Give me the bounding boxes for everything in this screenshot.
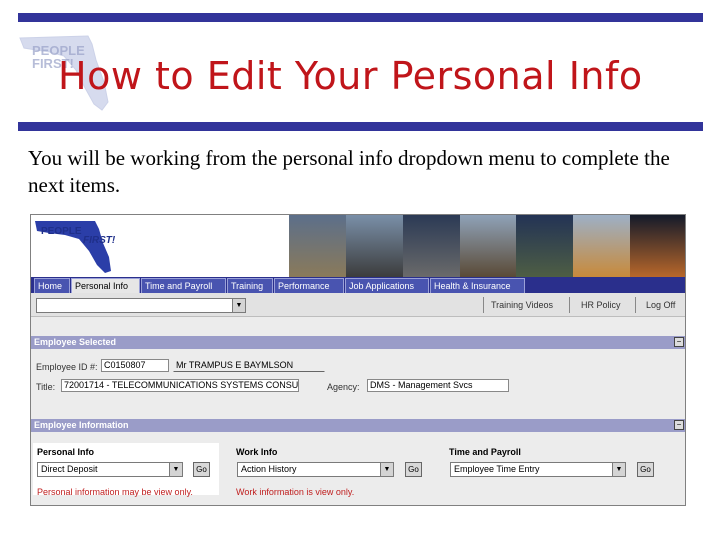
employee-id-label: Employee ID #: <box>36 362 98 372</box>
tab-personal-info[interactable]: Personal Info <box>71 278 140 293</box>
personal-info-label: Personal Info <box>37 447 95 457</box>
toolbar-divider <box>569 297 570 313</box>
tab-performance[interactable]: Performance <box>274 278 344 293</box>
banner-photo <box>459 215 517 277</box>
log-off-link[interactable]: Log Off <box>646 300 675 310</box>
tab-training[interactable]: Training <box>227 278 273 293</box>
chevron-down-icon[interactable]: ▼ <box>380 463 393 476</box>
work-info-note: Work information is view only. <box>236 487 355 497</box>
agency-label: Agency: <box>327 382 360 392</box>
work-info-go-button[interactable]: Go <box>405 462 422 477</box>
training-videos-link[interactable]: Training Videos <box>491 300 553 310</box>
banner-photo <box>573 215 631 277</box>
top-accent-bar <box>18 13 703 22</box>
chevron-down-icon[interactable]: ▼ <box>612 463 625 476</box>
tab-job-applications[interactable]: Job Applications <box>345 278 429 293</box>
banner-photo-strip <box>289 215 685 277</box>
tab-health-insurance[interactable]: Health & Insurance <box>430 278 525 293</box>
title-label: Title: <box>36 382 56 392</box>
app-screenshot: PEOPLE FIRST! Home Personal Info Time an… <box>30 214 686 506</box>
banner-photo <box>402 215 460 277</box>
tab-time-and-payroll[interactable]: Time and Payroll <box>141 278 226 293</box>
work-info-label: Work Info <box>236 447 278 457</box>
employee-id-field: C0150807 <box>101 359 169 372</box>
time-payroll-go-button[interactable]: Go <box>637 462 654 477</box>
title-underline-bar <box>18 122 703 131</box>
main-tab-bar: Home Personal Info Time and Payroll Trai… <box>31 277 685 293</box>
tab-home[interactable]: Home <box>34 278 70 293</box>
toolbar-divider <box>483 297 484 313</box>
banner-photo <box>516 215 574 277</box>
time-payroll-select[interactable]: Employee Time Entry ▼ <box>450 462 626 477</box>
banner-photo <box>630 215 685 277</box>
chevron-down-icon[interactable]: ▼ <box>169 463 182 476</box>
time-payroll-label: Time and Payroll <box>449 447 521 457</box>
title-field: 72001714 - TELECOMMUNICATIONS SYSTEMS CO… <box>61 379 299 392</box>
collapse-icon[interactable]: − <box>674 337 684 347</box>
employee-name-field: Mr TRAMPUS E BAYMLSON <box>173 359 325 372</box>
personal-info-select[interactable]: Direct Deposit ▼ <box>37 462 183 477</box>
personal-info-note: Personal information may be view only. <box>37 487 193 497</box>
employee-selected-header: Employee Selected − <box>31 336 685 349</box>
app-logo-people: PEOPLE <box>41 226 82 237</box>
quick-nav-select[interactable]: ▼ <box>36 298 246 313</box>
app-banner: PEOPLE FIRST! <box>31 215 685 277</box>
intro-text: You will be working from the personal in… <box>28 146 670 197</box>
work-info-select[interactable]: Action History ▼ <box>237 462 394 477</box>
app-logo-first: FIRST! <box>83 235 116 246</box>
banner-photo <box>345 215 403 277</box>
chevron-down-icon[interactable]: ▼ <box>232 299 245 312</box>
hr-policy-link[interactable]: HR Policy <box>581 300 621 310</box>
agency-field: DMS - Management Svcs <box>367 379 509 392</box>
banner-photo <box>289 215 346 277</box>
collapse-icon[interactable]: − <box>674 420 684 430</box>
toolbar-divider <box>635 297 636 313</box>
personal-info-go-button[interactable]: Go <box>193 462 210 477</box>
employee-information-header: Employee Information − <box>31 419 685 432</box>
slide-title: How to Edit Your Personal Info <box>58 54 643 98</box>
